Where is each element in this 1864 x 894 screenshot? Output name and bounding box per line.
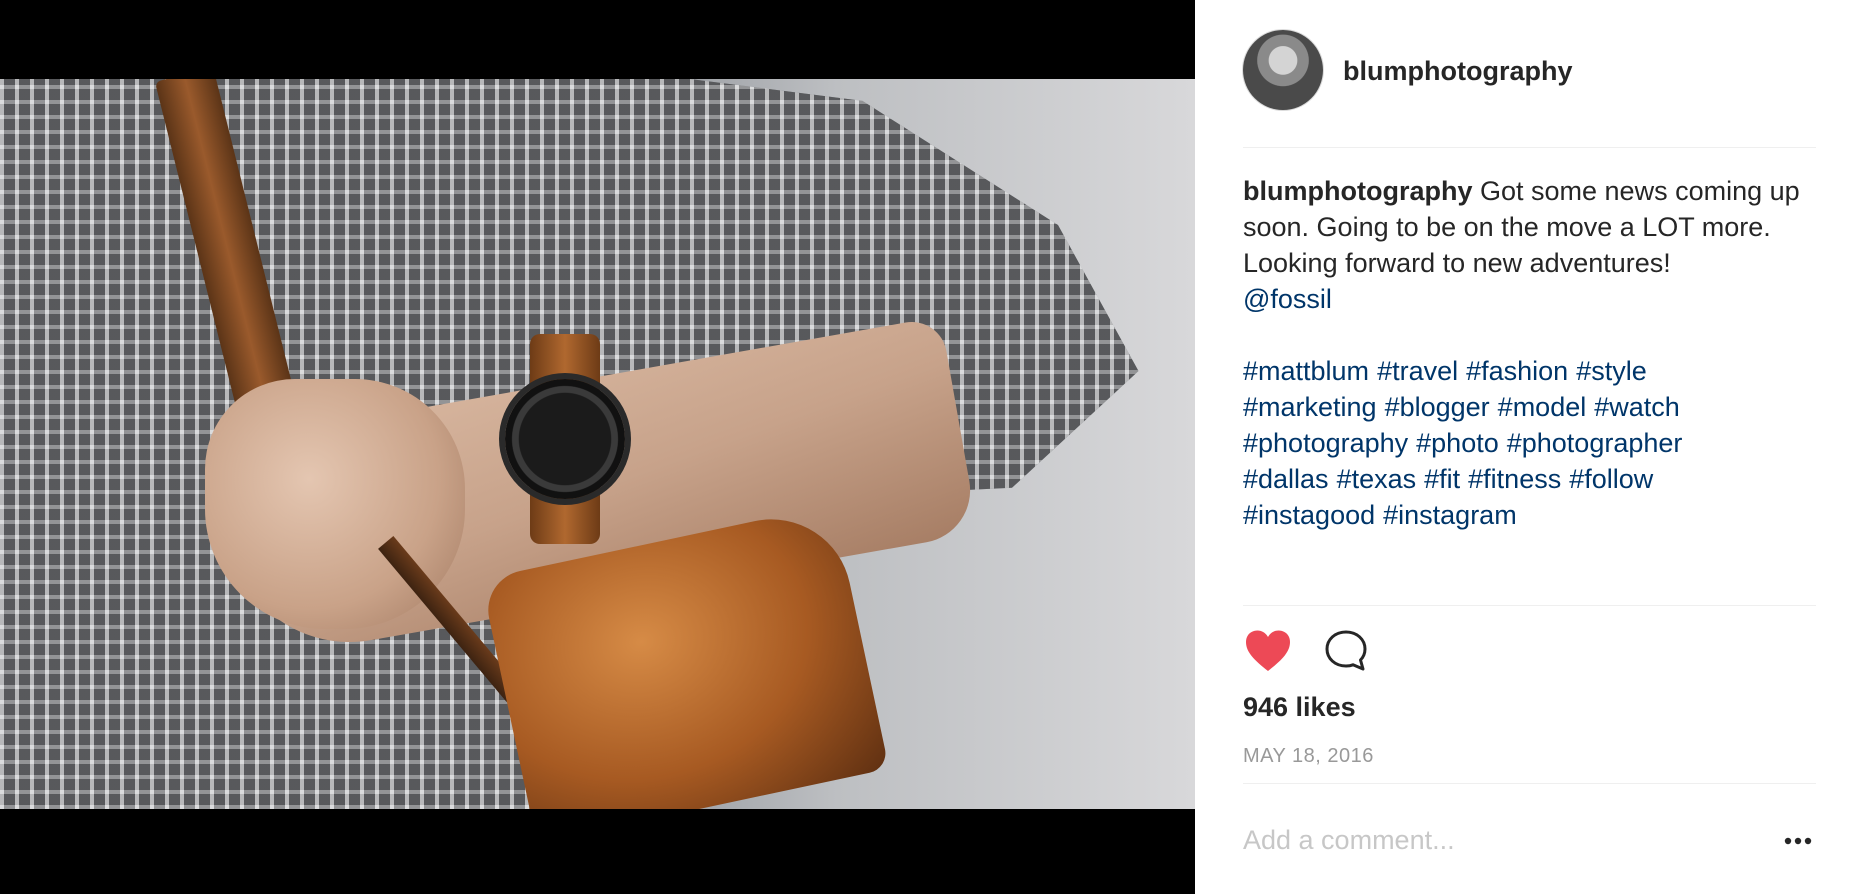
hashtag[interactable]: #fit xyxy=(1424,464,1460,494)
more-options-icon xyxy=(1784,837,1812,845)
hashtag[interactable]: #instagram xyxy=(1383,500,1517,530)
hashtag[interactable]: #photographer xyxy=(1507,428,1683,458)
hashtag[interactable]: #blogger xyxy=(1385,392,1490,422)
more-options-button[interactable] xyxy=(1780,826,1816,856)
hashtag-list: #mattblum #travel #fashion #style #marketin… xyxy=(1243,353,1816,533)
hashtag[interactable]: #mattblum xyxy=(1243,356,1369,386)
hashtag[interactable]: #instagood xyxy=(1243,500,1375,530)
post-media xyxy=(0,0,1195,894)
likes-count[interactable]: 946 likes xyxy=(1243,692,1356,723)
header-username[interactable]: blumphotography xyxy=(1343,56,1572,87)
comment-icon xyxy=(1325,630,1367,670)
comment-input[interactable] xyxy=(1243,820,1743,860)
caption-mention[interactable]: @fossil xyxy=(1243,284,1332,314)
post-photo[interactable] xyxy=(0,79,1195,809)
hashtag[interactable]: #fashion xyxy=(1466,356,1568,386)
post-date[interactable]: MAY 18, 2016 xyxy=(1243,745,1374,768)
hashtag[interactable]: #dallas xyxy=(1243,464,1329,494)
hashtag[interactable]: #texas xyxy=(1337,464,1417,494)
hashtag[interactable]: #fitness xyxy=(1468,464,1561,494)
post-header: blumphotography xyxy=(1243,30,1816,148)
caption-username[interactable]: blumphotography xyxy=(1243,176,1472,206)
hashtag[interactable]: #travel xyxy=(1377,356,1458,386)
hashtag[interactable]: #photography xyxy=(1243,428,1408,458)
section-divider xyxy=(1243,605,1816,606)
hashtag[interactable]: #follow xyxy=(1569,464,1653,494)
hashtag[interactable]: #style xyxy=(1576,356,1647,386)
section-divider xyxy=(1243,783,1816,784)
wristwatch xyxy=(505,379,625,499)
post-details-panel: blumphotography blumphotography Got some… xyxy=(1195,0,1864,894)
hashtag[interactable]: #photo xyxy=(1416,428,1499,458)
like-button[interactable] xyxy=(1243,627,1293,677)
hashtag[interactable]: #model xyxy=(1498,392,1587,422)
avatar[interactable] xyxy=(1243,30,1323,110)
post-caption: blumphotography Got some news coming up … xyxy=(1243,173,1816,533)
hashtag[interactable]: #watch xyxy=(1594,392,1680,422)
comment-button[interactable] xyxy=(1321,627,1371,677)
heart-icon xyxy=(1246,630,1290,671)
hashtag[interactable]: #marketing xyxy=(1243,392,1377,422)
